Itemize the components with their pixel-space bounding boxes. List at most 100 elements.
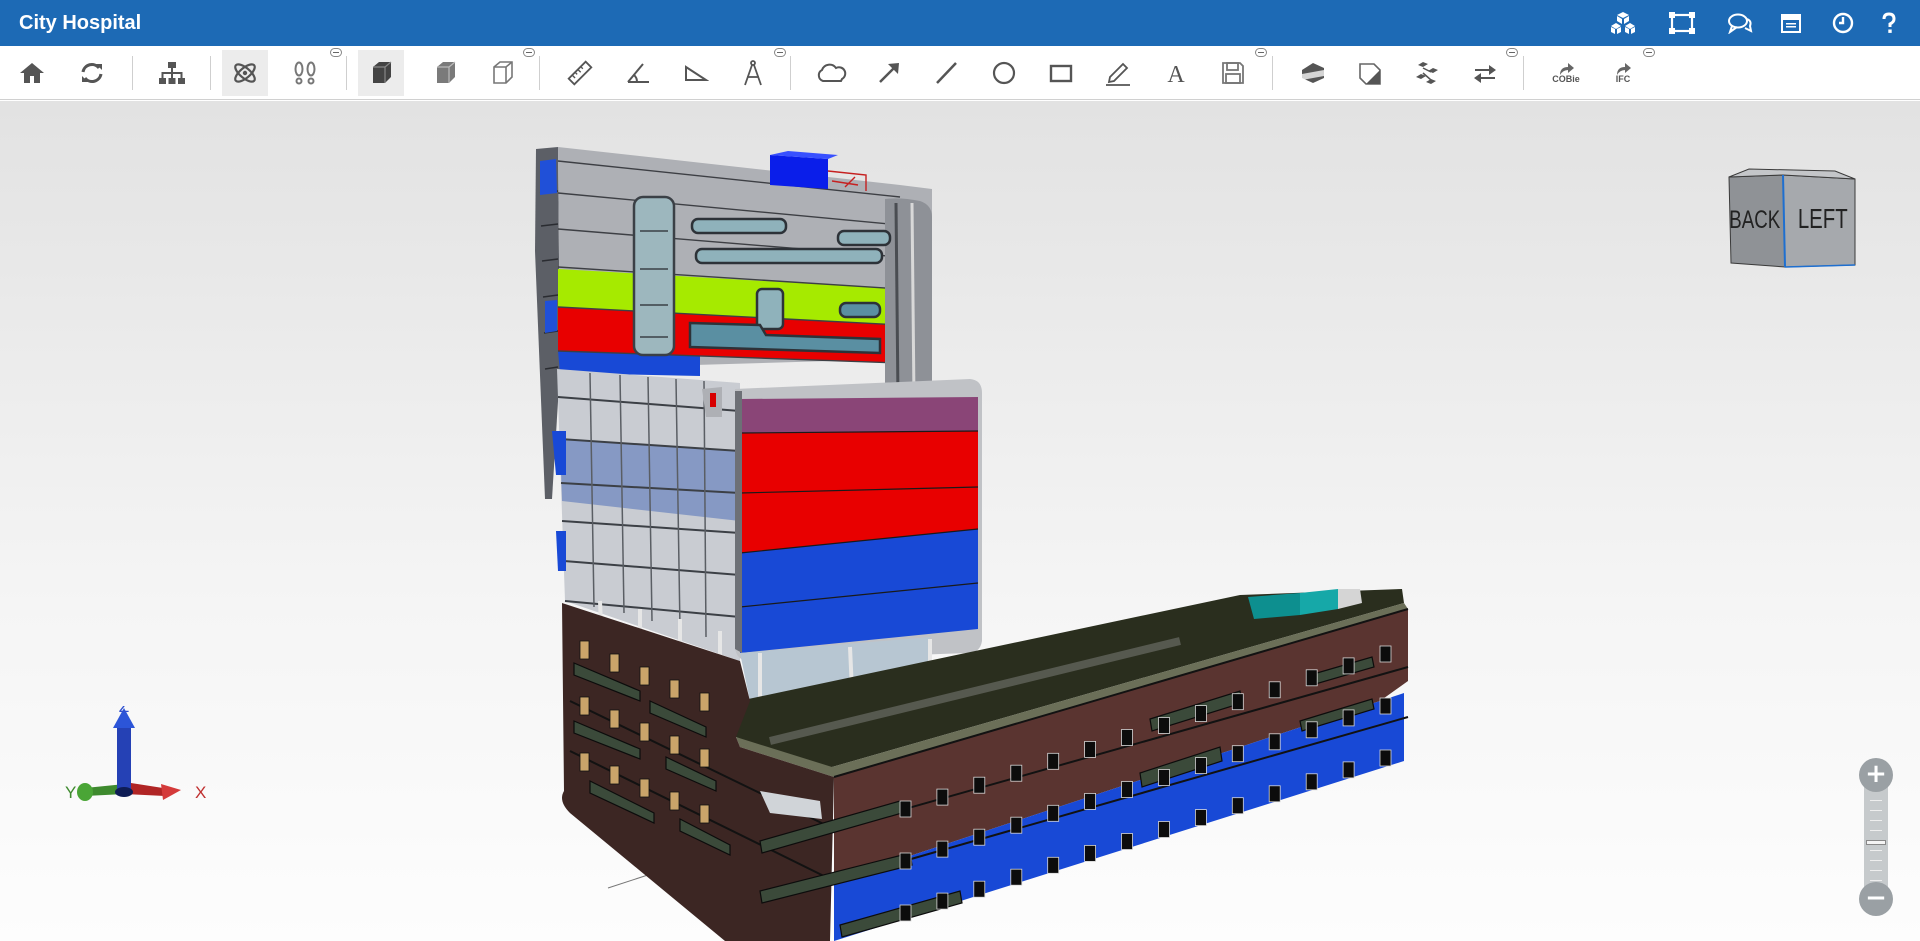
section-box-icon[interactable] xyxy=(1347,50,1393,96)
building-window xyxy=(1010,764,1023,782)
building-window xyxy=(1305,773,1318,791)
export-cobie-label: COBie xyxy=(1552,74,1580,84)
building-window xyxy=(1268,681,1281,699)
building-window xyxy=(1010,868,1023,886)
model-tree-icon[interactable] xyxy=(149,50,195,96)
help-icon[interactable] xyxy=(1874,9,1904,37)
more-options-icon[interactable] xyxy=(1255,48,1267,57)
building-window xyxy=(1305,721,1318,739)
refresh-icon[interactable] xyxy=(69,50,115,96)
building-window xyxy=(1084,845,1096,862)
toolbar-separator xyxy=(132,56,133,90)
toolbar: A COBie IFC xyxy=(0,46,1920,100)
building-window xyxy=(1047,752,1060,770)
building-window xyxy=(1047,804,1060,822)
app-title: City Hospital xyxy=(19,12,142,34)
orbit-icon[interactable] xyxy=(222,50,268,96)
compass-icon[interactable] xyxy=(730,50,776,96)
building-window xyxy=(1010,816,1023,834)
export-ifc-button[interactable]: IFC xyxy=(1600,50,1646,96)
building-window xyxy=(639,722,650,742)
save-markup-icon[interactable] xyxy=(1210,50,1256,96)
building-window xyxy=(1231,693,1244,711)
more-options-icon[interactable] xyxy=(523,48,535,57)
export-cobie-button[interactable]: COBie xyxy=(1543,50,1589,96)
arrow-markup-icon[interactable] xyxy=(866,50,912,96)
3d-viewport[interactable]: BACK LEFT Z Y X + − xyxy=(0,101,1920,941)
building-window xyxy=(1195,757,1207,774)
building-window xyxy=(1195,809,1207,826)
solid-view-icon[interactable] xyxy=(358,50,404,96)
more-options-icon[interactable] xyxy=(774,48,786,57)
compare-icon[interactable] xyxy=(1462,50,1508,96)
axis-y-label: Y xyxy=(65,783,76,802)
line-markup-icon[interactable] xyxy=(923,50,969,96)
more-options-icon[interactable] xyxy=(330,48,342,57)
zoom-in-button[interactable]: + xyxy=(1859,758,1893,792)
zoom-slider-thumb[interactable] xyxy=(1866,840,1886,845)
freehand-markup-icon[interactable] xyxy=(1095,50,1141,96)
measure-distance-icon[interactable] xyxy=(557,50,603,96)
building-window xyxy=(579,640,590,660)
shaded-view-icon[interactable] xyxy=(422,50,468,96)
walk-icon[interactable] xyxy=(282,50,328,96)
viewcube-back-label[interactable]: BACK xyxy=(1729,205,1780,233)
toolbar-separator xyxy=(346,56,347,90)
building-window xyxy=(609,765,620,785)
building-window xyxy=(973,880,986,898)
building-window xyxy=(1342,761,1355,779)
building-window xyxy=(699,748,710,768)
building-window xyxy=(973,776,986,794)
building-window xyxy=(579,696,590,716)
section-plane-icon[interactable] xyxy=(1290,50,1336,96)
history-icon[interactable] xyxy=(1828,9,1858,37)
building-window xyxy=(609,709,620,729)
export-ifc-label: IFC xyxy=(1615,74,1631,84)
views-icon[interactable] xyxy=(1667,9,1697,37)
text-markup-icon[interactable]: A xyxy=(1153,50,1199,96)
view-cube[interactable]: BACK LEFT xyxy=(1725,167,1865,277)
models-icon[interactable] xyxy=(1608,9,1638,37)
building-window xyxy=(699,692,710,712)
wireframe-view-icon[interactable] xyxy=(479,50,525,96)
comments-icon[interactable] xyxy=(1725,9,1755,37)
building-window xyxy=(699,804,710,824)
building-window xyxy=(609,653,620,673)
building-window xyxy=(899,904,912,922)
rectangle-markup-icon[interactable] xyxy=(1038,50,1084,96)
toolbar-separator xyxy=(210,56,211,90)
building-window xyxy=(1268,785,1281,803)
more-options-icon[interactable] xyxy=(1643,48,1655,57)
building-model[interactable] xyxy=(0,101,1920,941)
building-window xyxy=(1158,717,1170,734)
building-window xyxy=(1084,741,1096,758)
building-window xyxy=(899,852,912,870)
explode-icon[interactable] xyxy=(1404,50,1450,96)
building-window xyxy=(899,800,912,818)
building-window xyxy=(669,791,680,811)
axis-triad: Z Y X xyxy=(55,697,215,836)
home-icon[interactable] xyxy=(9,50,55,96)
toolbar-separator xyxy=(1523,56,1524,90)
axis-x-label: X xyxy=(195,783,206,802)
building-window xyxy=(1231,745,1244,763)
circle-markup-icon[interactable] xyxy=(981,50,1027,96)
measure-angle-icon[interactable] xyxy=(615,50,661,96)
building-window xyxy=(639,778,650,798)
measure-area-icon[interactable] xyxy=(673,50,719,96)
building-window xyxy=(936,788,949,806)
building-window xyxy=(579,752,590,772)
zoom-slider-track[interactable] xyxy=(1864,778,1888,898)
building-window xyxy=(1342,709,1355,727)
more-options-icon[interactable] xyxy=(1506,48,1518,57)
viewcube-left-label[interactable]: LEFT xyxy=(1798,204,1848,235)
building-window xyxy=(1268,733,1281,751)
calendar-icon[interactable] xyxy=(1776,9,1806,37)
building-window xyxy=(1195,705,1207,722)
toolbar-separator xyxy=(1272,56,1273,90)
building-window xyxy=(1121,833,1133,850)
axis-z-label: Z xyxy=(119,706,129,716)
cloud-markup-icon[interactable] xyxy=(808,50,854,96)
building-window xyxy=(973,828,986,846)
zoom-out-button[interactable]: − xyxy=(1859,882,1893,916)
